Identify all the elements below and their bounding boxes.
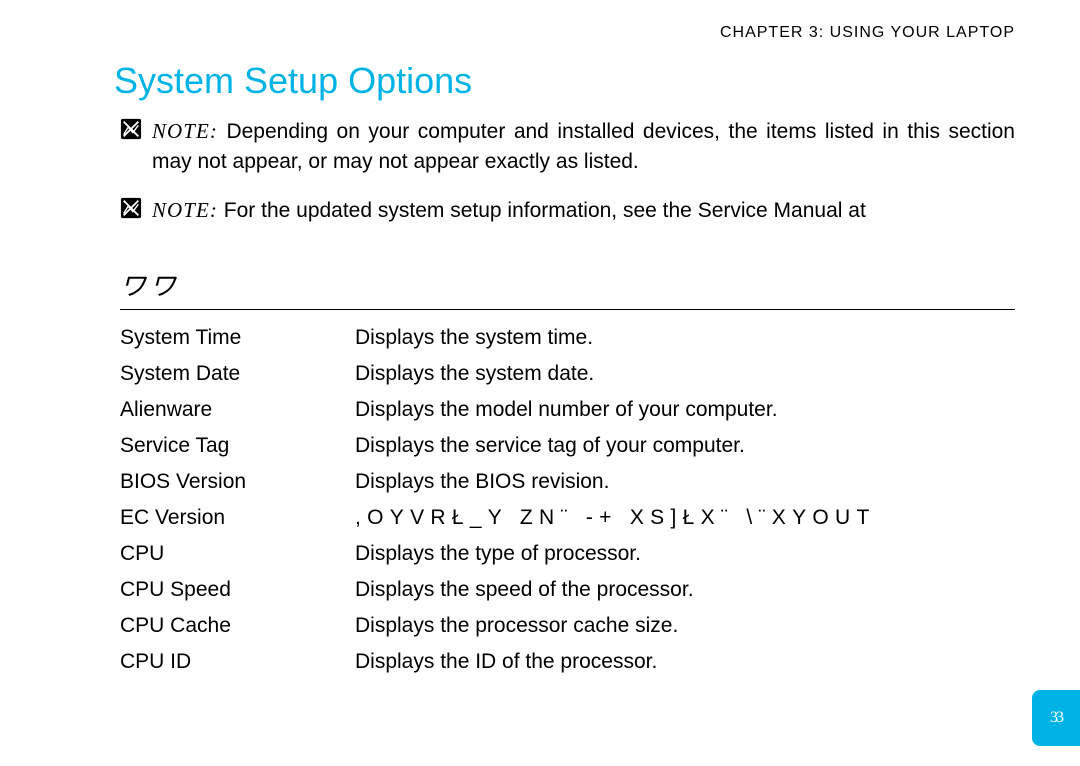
page-title: System Setup Options [114, 60, 1015, 102]
row-desc: Displays the system date. [355, 356, 1015, 392]
table-row: CPU ID Displays the ID of the processor. [120, 644, 1015, 680]
spec-table: System Time Displays the system time. Sy… [120, 320, 1015, 680]
row-label: CPU Speed [120, 572, 355, 608]
row-desc: Displays the type of processor. [355, 536, 1015, 572]
chapter-header: CHAPTER 3: USING YOUR LAPTOP [120, 24, 1015, 42]
table-row: CPU Speed Displays the speed of the proc… [120, 572, 1015, 608]
table-row: BIOS Version Displays the BIOS revision. [120, 464, 1015, 500]
note-2-text: NOTE: For the updated system setup infor… [152, 195, 866, 226]
table-row: CPU Displays the type of processor. [120, 536, 1015, 572]
row-desc: Displays the BIOS revision. [355, 464, 1015, 500]
note-1-body: Depending on your computer and installed… [152, 120, 1015, 173]
row-desc: ,OYVRŁ_Y ZN¨ -+ XS]ŁX¨ \¨XYOUT [355, 500, 1015, 536]
note-2: NOTE: For the updated system setup infor… [120, 195, 1015, 226]
table-row: CPU Cache Displays the processor cache s… [120, 608, 1015, 644]
row-label: Service Tag [120, 428, 355, 464]
table-row: System Date Displays the system date. [120, 356, 1015, 392]
table-row: System Time Displays the system time. [120, 320, 1015, 356]
table-row: Alienware Displays the model number of y… [120, 392, 1015, 428]
row-label: BIOS Version [120, 464, 355, 500]
row-label: EC Version [120, 500, 355, 536]
row-desc: Displays the model number of your comput… [355, 392, 1015, 428]
row-desc: Displays the speed of the processor. [355, 572, 1015, 608]
page-number-badge: 33 [1032, 690, 1080, 746]
section-label: ワワ [120, 266, 1015, 303]
note-1-label: NOTE: [152, 119, 218, 143]
table-row: EC Version ,OYVRŁ_Y ZN¨ -+ XS]ŁX¨ \¨XYOU… [120, 500, 1015, 536]
divider [120, 309, 1015, 310]
row-desc: Displays the processor cache size. [355, 608, 1015, 644]
page: CHAPTER 3: USING YOUR LAPTOP System Setu… [0, 0, 1080, 766]
note-2-label: NOTE: [152, 198, 218, 222]
row-desc: Displays the system time. [355, 320, 1015, 356]
row-label: CPU ID [120, 644, 355, 680]
note-1: NOTE: Depending on your computer and ins… [120, 116, 1015, 177]
row-label: Alienware [120, 392, 355, 428]
row-label: CPU Cache [120, 608, 355, 644]
note-2-body: For the updated system setup information… [218, 199, 866, 222]
row-desc: Displays the ID of the processor. [355, 644, 1015, 680]
row-label: System Time [120, 320, 355, 356]
note-icon [120, 197, 142, 219]
note-icon [120, 118, 142, 140]
table-row: Service Tag Displays the service tag of … [120, 428, 1015, 464]
row-label: CPU [120, 536, 355, 572]
row-desc: Displays the service tag of your compute… [355, 428, 1015, 464]
note-1-text: NOTE: Depending on your computer and ins… [152, 116, 1015, 177]
row-label: System Date [120, 356, 355, 392]
